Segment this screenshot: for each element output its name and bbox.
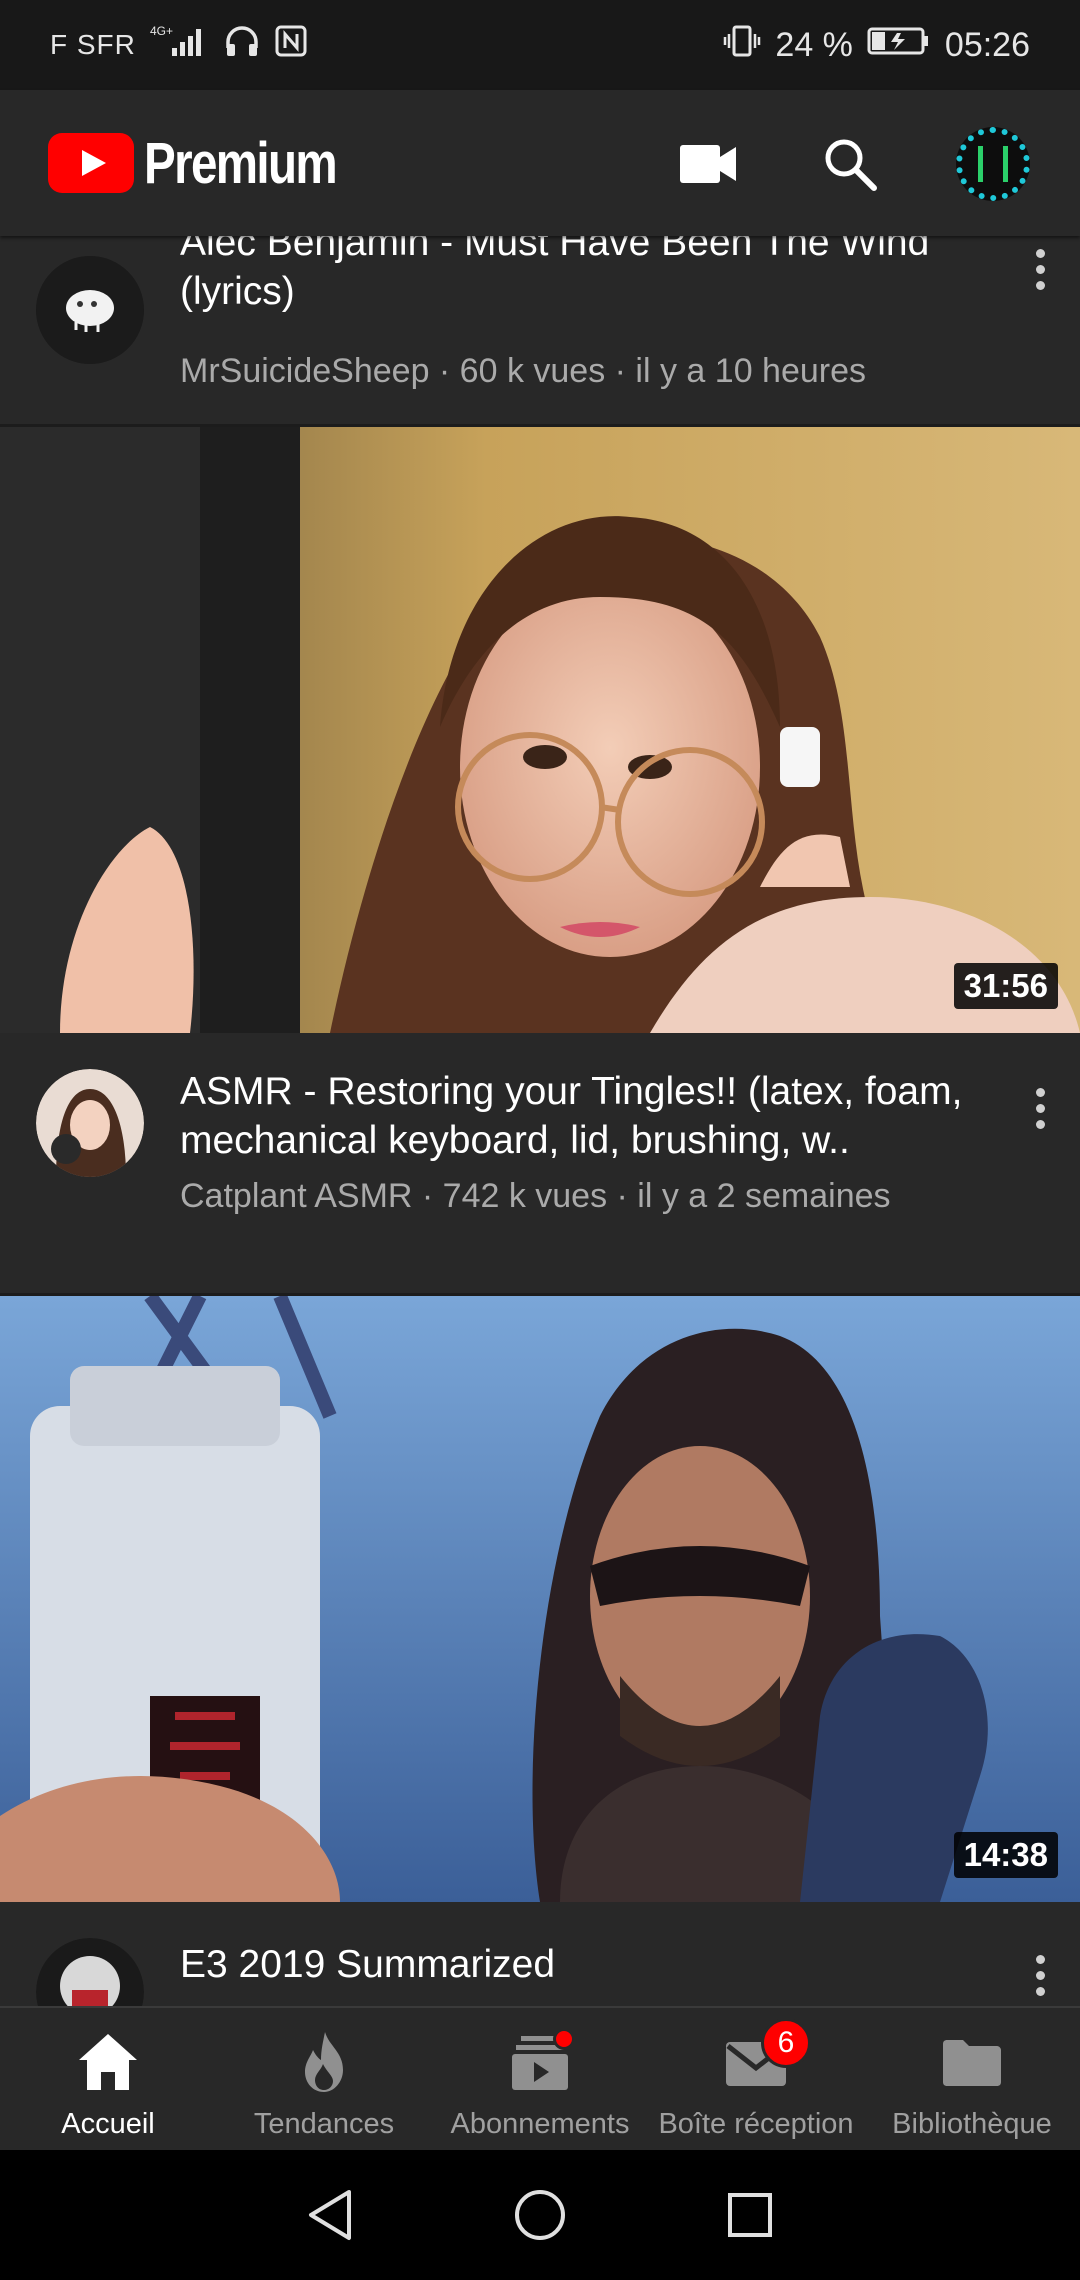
video-thumbnail[interactable]: 31:56 — [0, 427, 1080, 1033]
home-circle-icon — [515, 2190, 565, 2240]
youtube-premium-logo[interactable]: Premium — [48, 130, 378, 196]
video-duration: 14:38 — [953, 1832, 1058, 1878]
account-avatar — [956, 127, 1030, 201]
search-button[interactable] — [812, 126, 888, 202]
nav-home[interactable]: Accueil — [0, 2008, 216, 2150]
account-button[interactable] — [955, 126, 1031, 202]
video-feed[interactable]: Alec Benjamin - Must Have Been The Wind … — [0, 236, 1080, 2006]
battery-percent: 24 % — [775, 25, 853, 64]
nav-trending[interactable]: Tendances — [216, 2008, 432, 2150]
subscriptions-icon — [507, 2028, 575, 2094]
video-thumbnail[interactable]: 14:38 — [0, 1296, 1080, 1902]
video-item[interactable]: ASMR - Restoring your Tingles!! (latex, … — [0, 1033, 1080, 1233]
nav-label: Bibliothèque — [892, 2108, 1052, 2140]
back-button[interactable] — [300, 2185, 360, 2245]
logo-text: Premium — [144, 130, 338, 196]
channel-avatar[interactable] — [36, 1938, 144, 2006]
youtube-play-icon — [48, 133, 134, 193]
carrier-label: F SFR — [50, 29, 136, 60]
more-options-button[interactable] — [1020, 236, 1060, 304]
nfc-icon — [274, 24, 308, 67]
recents-button[interactable] — [720, 2185, 780, 2245]
clock: 05:26 — [944, 25, 1030, 64]
nav-inbox[interactable]: 6 Boîte réception — [648, 2008, 864, 2150]
vibrate-icon — [723, 24, 761, 67]
headphones-icon — [224, 24, 260, 67]
nav-label: Abonnements — [450, 2108, 630, 2140]
recents-square-icon — [728, 2193, 772, 2237]
notification-dot — [553, 2028, 575, 2050]
video-duration: 31:56 — [953, 963, 1058, 1009]
channel-avatar[interactable] — [36, 256, 144, 364]
mail-icon: 6 — [723, 2018, 811, 2094]
video-subtitle: Catplant ASMR · 742 k vues · il y a 2 se… — [180, 1177, 891, 1215]
status-bar: F SFR 4G+ 24 % 05:26 — [0, 0, 1080, 90]
nav-library[interactable]: Bibliothèque — [864, 2008, 1080, 2150]
battery-icon — [867, 24, 931, 67]
signal-icon: 4G+ — [150, 24, 210, 67]
app-bar: Premium — [0, 90, 1080, 236]
video-title[interactable]: ASMR - Restoring your Tingles!! (latex, … — [180, 1067, 1020, 1165]
nav-subscriptions[interactable]: Abonnements — [432, 2008, 648, 2150]
video-camera-icon — [680, 145, 736, 183]
search-icon — [825, 139, 877, 191]
nav-label: Boîte réception — [658, 2108, 854, 2140]
inbox-count-badge: 6 — [761, 2018, 811, 2068]
video-title[interactable]: Alec Benjamin - Must Have Been The Wind … — [180, 236, 1020, 316]
back-triangle-icon — [309, 2190, 351, 2240]
upload-video-button[interactable] — [670, 126, 746, 202]
more-options-button[interactable] — [1020, 1073, 1060, 1143]
nav-label: Tendances — [253, 2108, 395, 2140]
network-type-label: 4G+ — [150, 24, 173, 38]
bottom-navigation: Accueil Tendances Abonnements 6 Boîte ré… — [0, 2006, 1080, 2150]
home-icon — [75, 2030, 141, 2094]
channel-avatar[interactable] — [36, 1069, 144, 1177]
nav-label: Accueil — [61, 2108, 155, 2140]
more-options-button[interactable] — [1020, 1940, 1060, 2006]
home-button[interactable] — [510, 2185, 570, 2245]
system-navigation-bar — [0, 2150, 1080, 2280]
video-title[interactable]: E3 2019 Summarized — [180, 1940, 1020, 1992]
folder-icon — [939, 2030, 1005, 2094]
flame-icon — [291, 2030, 357, 2094]
video-item[interactable]: E3 2019 Summarized — [0, 1902, 1080, 2006]
video-subtitle: MrSuicideSheep · 60 k vues · il y a 10 h… — [180, 352, 867, 390]
